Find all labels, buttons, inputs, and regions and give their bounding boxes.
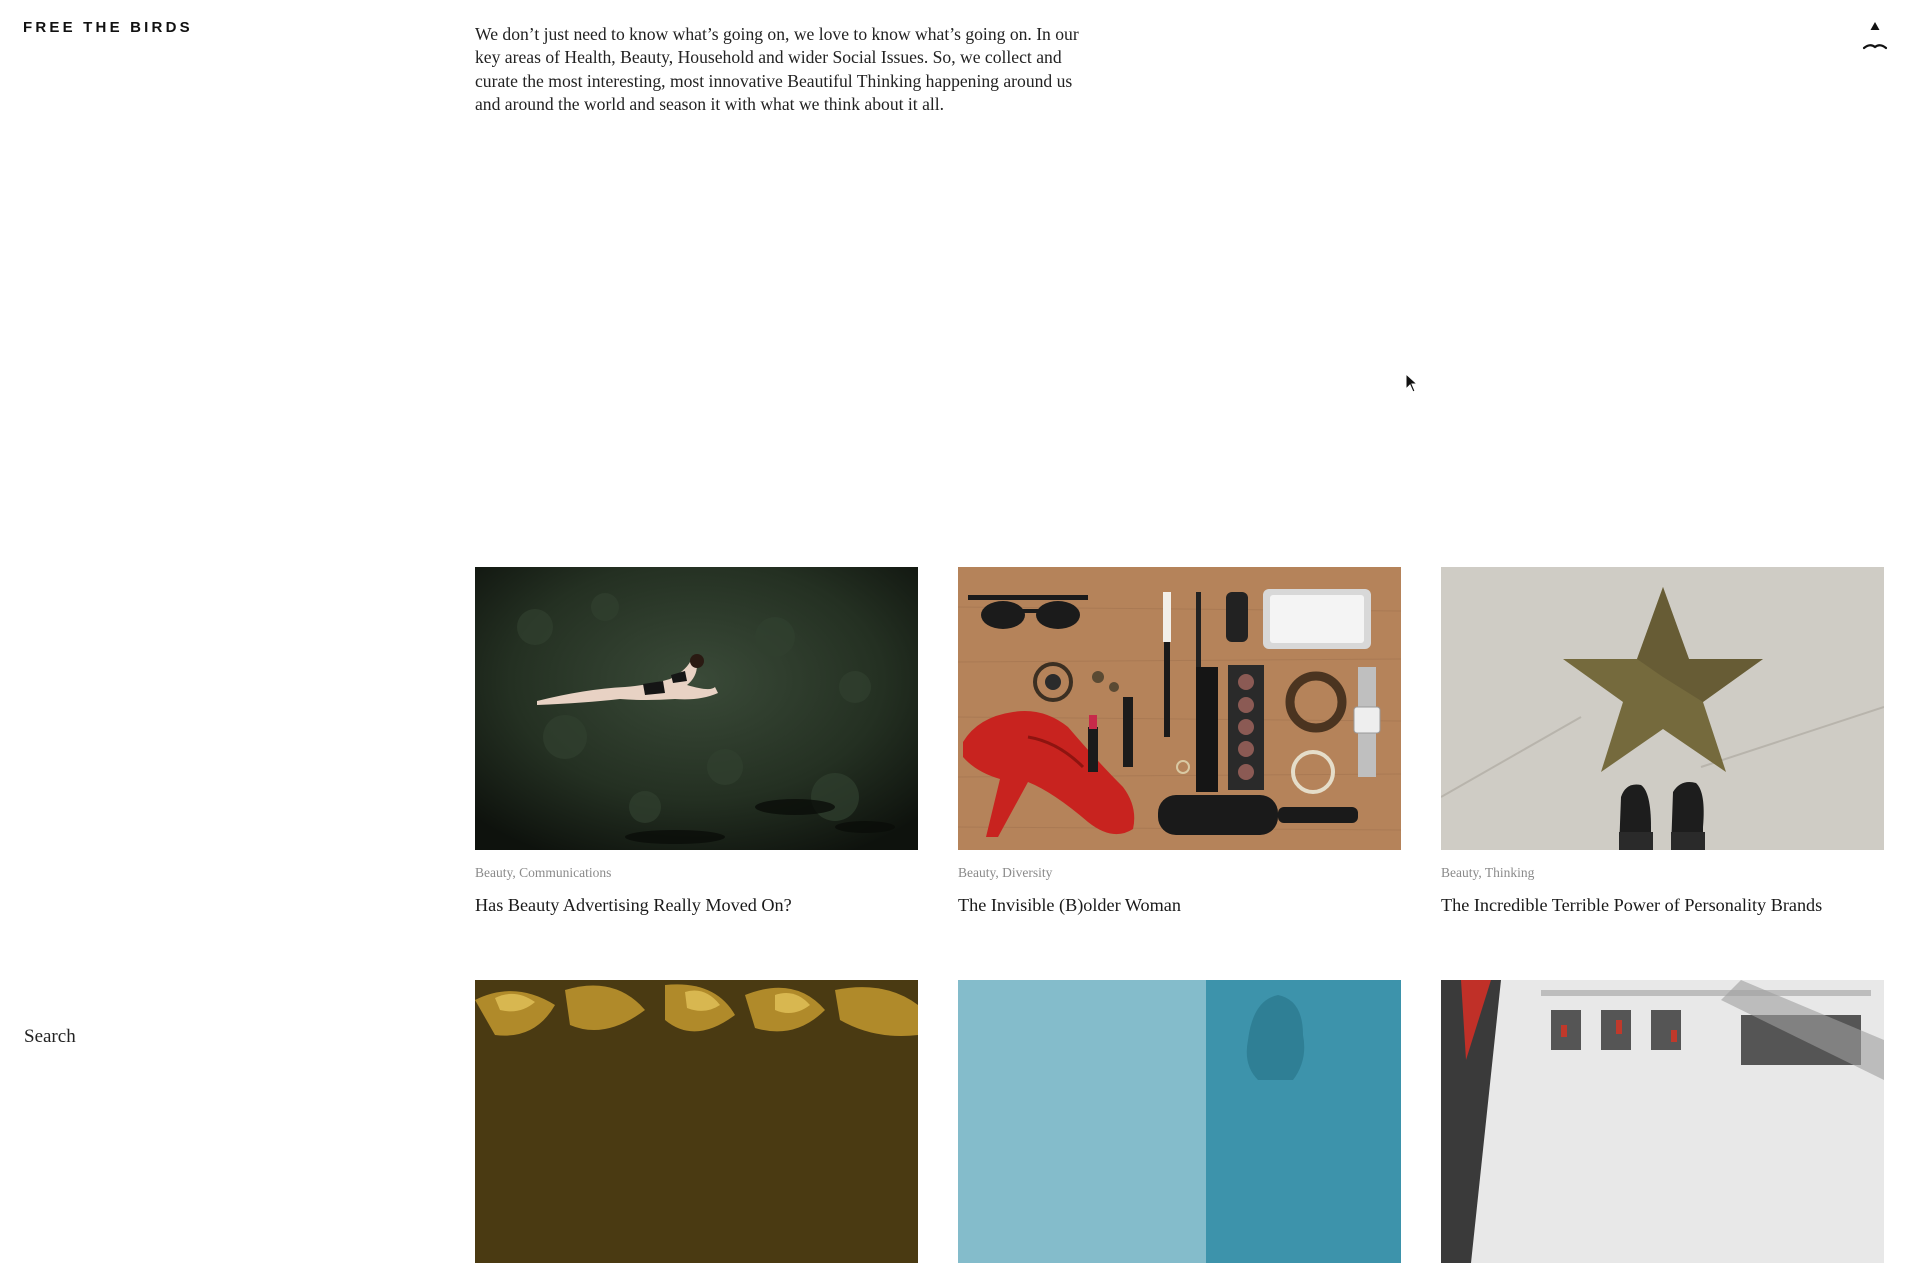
category-link[interactable]: Communications (519, 865, 611, 880)
category-link[interactable]: Thinking (1485, 865, 1535, 880)
article-categories: Beauty, Diversity (958, 865, 1053, 880)
category-link[interactable]: Beauty (958, 865, 995, 880)
category-link[interactable]: Beauty (475, 865, 512, 880)
search-link[interactable]: Search (24, 1026, 76, 1048)
article-categories: Beauty, Thinking (1441, 865, 1535, 880)
article-card[interactable]: Beauty, Diversity The Invisible (B)older… (958, 567, 1401, 916)
article-image-star-pavement[interactable] (1441, 567, 1884, 850)
article-card[interactable]: Beauty, Thinking The Incredible Terrible… (1441, 567, 1884, 916)
article-image-store-aerial[interactable] (1441, 980, 1884, 1263)
mouse-cursor-icon (1405, 373, 1419, 393)
article-card[interactable] (958, 980, 1401, 1263)
article-image-gold-bags[interactable] (475, 980, 918, 1263)
bird-arrow-icon[interactable] (1860, 16, 1890, 60)
article-image-teal-silhouette[interactable] (958, 980, 1401, 1263)
intro-paragraph: We don’t just need to know what’s going … (475, 24, 1079, 115)
article-title[interactable]: Has Beauty Advertising Really Moved On? (475, 895, 918, 916)
article-card[interactable]: Beauty, Communications Has Beauty Advert… (475, 567, 918, 916)
site-logo[interactable]: FREE THE BIRDS (23, 19, 193, 36)
article-image-flatlay[interactable] (958, 567, 1401, 850)
article-categories: Beauty, Communications (475, 865, 612, 880)
category-link[interactable]: Beauty (1441, 865, 1478, 880)
article-title[interactable]: The Invisible (B)older Woman (958, 895, 1401, 916)
article-image-woman-floating[interactable] (475, 567, 918, 850)
article-card[interactable] (475, 980, 918, 1263)
article-card[interactable] (1441, 980, 1884, 1263)
category-link[interactable]: Diversity (1002, 865, 1052, 880)
article-title[interactable]: The Incredible Terrible Power of Persona… (1441, 895, 1884, 916)
